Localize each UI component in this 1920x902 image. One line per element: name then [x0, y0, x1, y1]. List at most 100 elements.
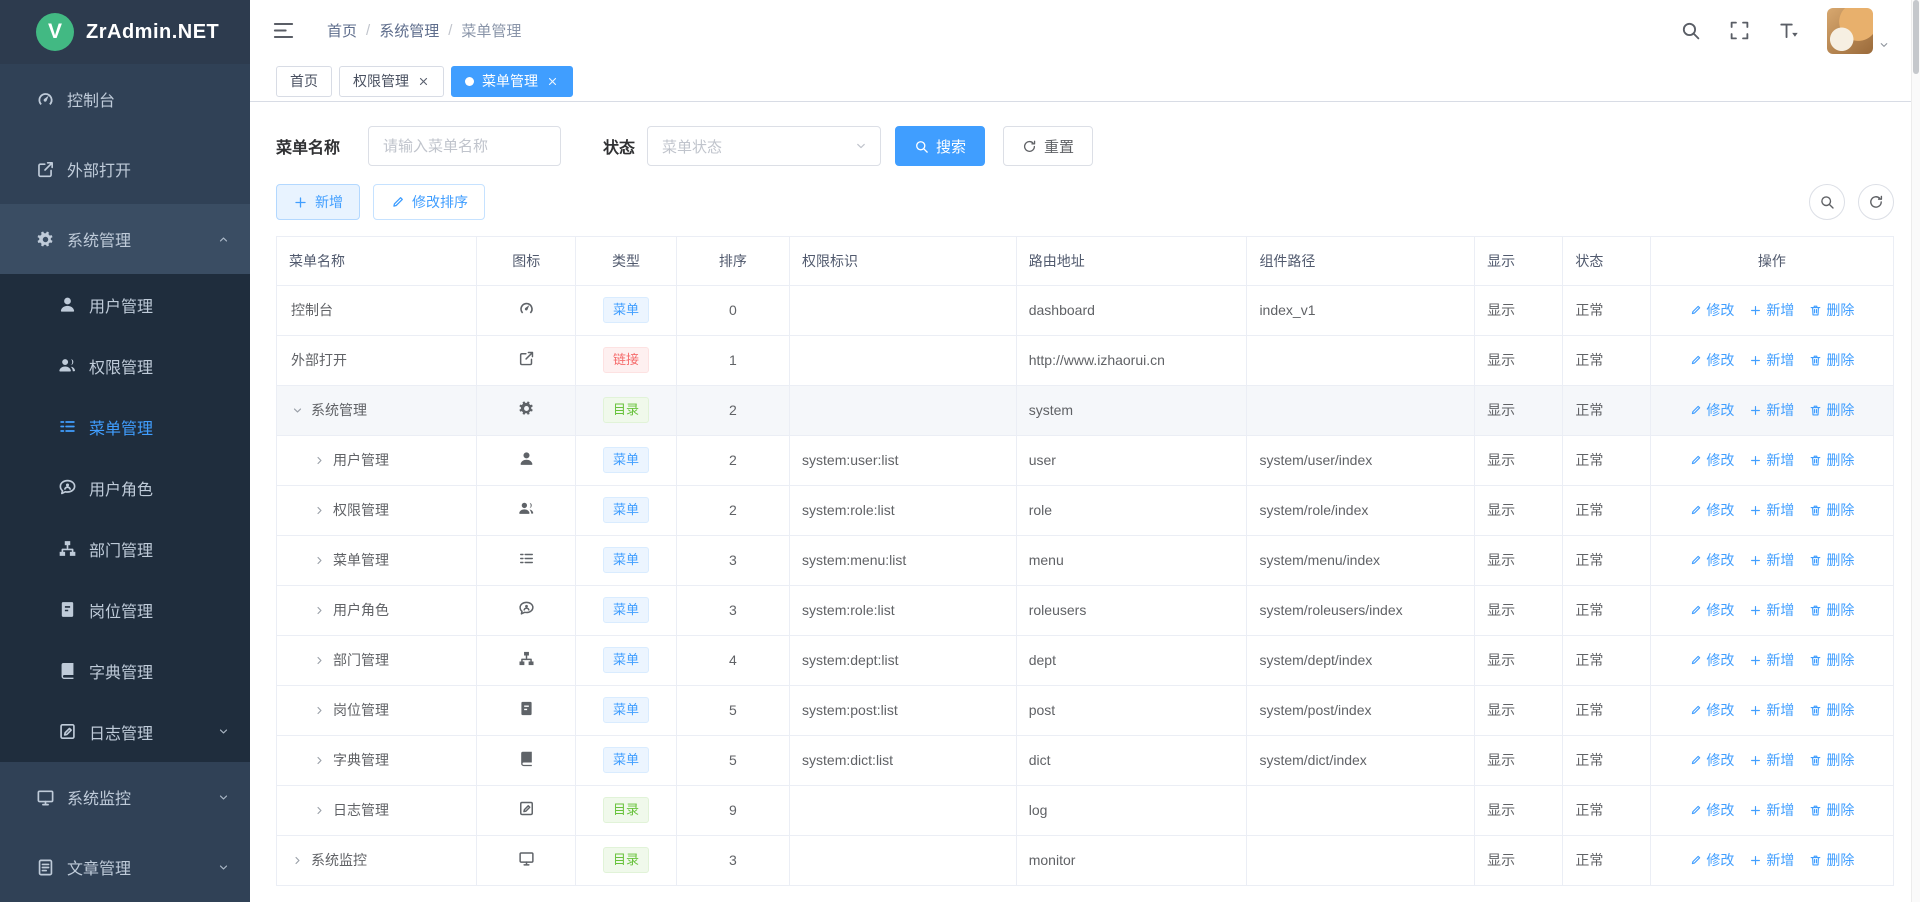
expand-row-icon[interactable] [313, 654, 326, 667]
toggle-search-button[interactable] [1809, 184, 1845, 220]
edit-button[interactable]: 修改 [1689, 500, 1734, 520]
edit-button[interactable]: 修改 [1689, 350, 1734, 370]
delete-button[interactable]: 删除 [1809, 700, 1854, 720]
edit-button[interactable]: 修改 [1689, 800, 1734, 820]
sidebar-item-roleusers[interactable]: 用户角色 [0, 457, 250, 518]
delete-button[interactable]: 删除 [1809, 600, 1854, 620]
breadcrumb-item[interactable]: 首页 [327, 20, 357, 41]
add-child-button[interactable]: 新增 [1749, 850, 1794, 870]
expand-row-icon[interactable] [313, 554, 326, 567]
add-child-button[interactable]: 新增 [1749, 600, 1794, 620]
add-child-button[interactable]: 新增 [1749, 750, 1794, 770]
sidebar-item-article[interactable]: 文章管理 [0, 832, 250, 902]
add-child-button[interactable]: 新增 [1749, 450, 1794, 470]
delete-button[interactable]: 删除 [1809, 400, 1854, 420]
reset-button[interactable]: 重置 [1003, 126, 1093, 166]
sidebar-item-dashboard[interactable]: 控制台 [0, 64, 250, 134]
search-icon[interactable] [1680, 20, 1701, 41]
delete-button[interactable]: 删除 [1809, 800, 1854, 820]
add-child-button[interactable]: 新增 [1749, 300, 1794, 320]
tab-role[interactable]: 权限管理 [339, 66, 444, 97]
refresh-table-button[interactable] [1858, 184, 1894, 220]
expand-row-icon[interactable] [313, 604, 326, 617]
expand-row-icon[interactable] [313, 804, 326, 817]
cell-visible: 显示 [1475, 635, 1563, 685]
sidebar-item-dept[interactable]: 部门管理 [0, 518, 250, 579]
add-child-button[interactable]: 新增 [1749, 500, 1794, 520]
sidebar-item-role[interactable]: 权限管理 [0, 335, 250, 396]
table-row[interactable]: 外部打开链接1http://www.izhaorui.cn显示正常修改新增删除 [277, 335, 1893, 385]
edit-button[interactable]: 修改 [1689, 700, 1734, 720]
table-row[interactable]: 菜单管理菜单3system:menu:listmenusystem/menu/i… [277, 535, 1893, 585]
edit-icon [1689, 704, 1702, 717]
add-child-button[interactable]: 新增 [1749, 700, 1794, 720]
sidebar-item-log[interactable]: 日志管理 [0, 701, 250, 762]
delete-button[interactable]: 删除 [1809, 850, 1854, 870]
table-row[interactable]: 用户角色菜单3system:role:listroleuserssystem/r… [277, 585, 1893, 635]
sidebar-collapse-icon[interactable] [272, 19, 295, 42]
delete-button[interactable]: 删除 [1809, 750, 1854, 770]
user-avatar[interactable] [1827, 8, 1873, 54]
close-icon[interactable] [417, 75, 430, 88]
add-child-button[interactable]: 新增 [1749, 800, 1794, 820]
expand-row-icon[interactable] [291, 854, 304, 867]
sidebar-item-system[interactable]: 系统管理 [0, 204, 250, 274]
status-select[interactable]: 菜单状态 [647, 126, 881, 166]
edit-button[interactable]: 修改 [1689, 750, 1734, 770]
sidebar-item-post[interactable]: 岗位管理 [0, 579, 250, 640]
cell-sort: 9 [676, 785, 789, 835]
edit-sort-button[interactable]: 修改排序 [373, 184, 485, 220]
add-button[interactable]: 新增 [276, 184, 360, 220]
add-child-button[interactable]: 新增 [1749, 400, 1794, 420]
breadcrumb-item[interactable]: 菜单管理 [461, 20, 521, 41]
sidebar-item-monitor[interactable]: 系统监控 [0, 762, 250, 832]
delete-button[interactable]: 删除 [1809, 500, 1854, 520]
edit-button[interactable]: 修改 [1689, 450, 1734, 470]
add-child-button[interactable]: 新增 [1749, 350, 1794, 370]
delete-button[interactable]: 删除 [1809, 350, 1854, 370]
table-row[interactable]: 岗位管理菜单5system:post:listpostsystem/post/i… [277, 685, 1893, 735]
expand-row-icon[interactable] [313, 504, 326, 517]
trash-icon [1809, 754, 1822, 767]
breadcrumb-item[interactable]: 系统管理 [379, 20, 439, 41]
user-menu[interactable] [1827, 8, 1890, 54]
edit-button[interactable]: 修改 [1689, 600, 1734, 620]
table-row[interactable]: 系统监控目录3monitor显示正常修改新增删除 [277, 835, 1893, 885]
edit-button[interactable]: 修改 [1689, 850, 1734, 870]
table-row[interactable]: 日志管理目录9log显示正常修改新增删除 [277, 785, 1893, 835]
edit-button[interactable]: 修改 [1689, 400, 1734, 420]
table-row[interactable]: 系统管理目录2system显示正常修改新增删除 [277, 385, 1893, 435]
close-icon[interactable] [546, 75, 559, 88]
expand-row-icon[interactable] [313, 754, 326, 767]
tab-home[interactable]: 首页 [276, 66, 332, 97]
fullscreen-icon[interactable] [1729, 20, 1750, 41]
table-row[interactable]: 权限管理菜单2system:role:listrolesystem/role/i… [277, 485, 1893, 535]
expand-row-icon[interactable] [313, 454, 326, 467]
table-row[interactable]: 字典管理菜单5system:dict:listdictsystem/dict/i… [277, 735, 1893, 785]
sidebar-item-external[interactable]: 外部打开 [0, 134, 250, 204]
delete-button[interactable]: 删除 [1809, 450, 1854, 470]
sidebar-item-menu[interactable]: 菜单管理 [0, 396, 250, 457]
delete-button[interactable]: 删除 [1809, 650, 1854, 670]
scrollbar-thumb[interactable] [1913, 0, 1919, 74]
tab-menu[interactable]: 菜单管理 [451, 66, 573, 97]
edit-button[interactable]: 修改 [1689, 650, 1734, 670]
delete-button[interactable]: 删除 [1809, 300, 1854, 320]
expand-row-icon[interactable] [313, 704, 326, 717]
edit-button[interactable]: 修改 [1689, 550, 1734, 570]
edit-button[interactable]: 修改 [1689, 300, 1734, 320]
scrollbar[interactable] [1911, 0, 1920, 902]
add-child-button[interactable]: 新增 [1749, 650, 1794, 670]
sidebar-item-user[interactable]: 用户管理 [0, 274, 250, 335]
sidebar-item-dict[interactable]: 字典管理 [0, 640, 250, 701]
table-row[interactable]: 部门管理菜单4system:dept:listdeptsystem/dept/i… [277, 635, 1893, 685]
search-button[interactable]: 搜索 [895, 126, 985, 166]
table-row[interactable]: 用户管理菜单2system:user:listusersystem/user/i… [277, 435, 1893, 485]
font-size-icon[interactable] [1778, 20, 1799, 41]
add-child-button[interactable]: 新增 [1749, 550, 1794, 570]
delete-button[interactable]: 删除 [1809, 550, 1854, 570]
collapse-row-icon[interactable] [291, 404, 304, 417]
table-row[interactable]: 控制台菜单0dashboardindex_v1显示正常修改新增删除 [277, 285, 1893, 335]
cell-component [1247, 835, 1475, 885]
menu-name-input[interactable] [368, 126, 561, 166]
